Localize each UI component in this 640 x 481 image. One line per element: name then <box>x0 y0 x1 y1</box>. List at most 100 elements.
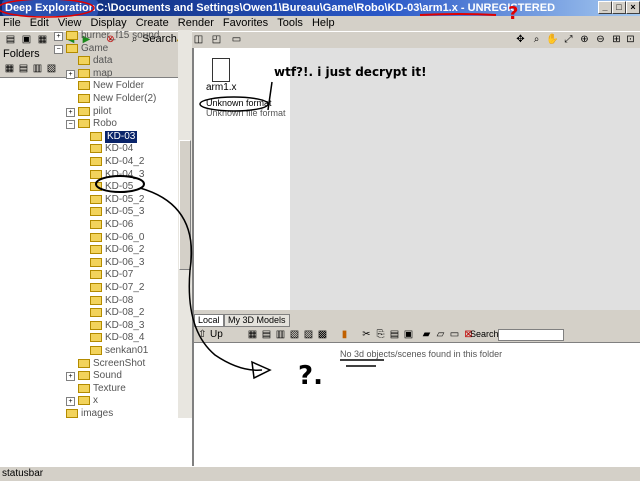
zoom-window-icon[interactable]: ⊞ <box>610 33 623 46</box>
zoom-in-icon[interactable]: ⊕ <box>578 33 591 46</box>
file-name[interactable]: arm1.x <box>206 82 237 93</box>
tree-expander[interactable]: − <box>66 120 75 130</box>
tree-expander[interactable]: + <box>66 372 75 382</box>
tree-expander[interactable]: − <box>54 44 63 54</box>
tree-item-label: KD-08 <box>105 294 134 306</box>
list-icon[interactable]: ▥ <box>274 328 287 341</box>
maximize-button[interactable]: □ <box>612 1 626 14</box>
tree-expander[interactable]: + <box>66 397 75 407</box>
tree-item[interactable]: + x <box>0 395 178 407</box>
tree-scrollbar-thumb[interactable] <box>179 140 191 270</box>
tree-item[interactable]: KD-08 <box>0 295 178 307</box>
new-folder-icon[interactable]: ▰ <box>420 328 433 341</box>
up-button-label[interactable]: Up <box>210 328 223 341</box>
menu-help[interactable]: Help <box>309 16 338 30</box>
tree-scrollbar[interactable] <box>178 30 192 418</box>
file-format-badge: Unknown format <box>206 98 272 108</box>
tree-item[interactable]: senkan01 <box>0 345 178 357</box>
tree-item[interactable]: + Sound <box>0 370 178 382</box>
favorites-icon[interactable]: ◰ <box>210 33 223 46</box>
tree-item-label: KD-06_2 <box>105 244 145 256</box>
pan-icon[interactable]: ✋ <box>546 33 559 46</box>
thumbnails-icon[interactable]: ▨ <box>302 328 315 341</box>
tree-item-label: KD-03 <box>105 130 138 143</box>
filter-icon[interactable]: ▮ <box>338 328 351 341</box>
tree-item[interactable]: KD-08_2 <box>0 307 178 319</box>
tree-item[interactable]: KD-08_3 <box>0 320 178 332</box>
paste-icon[interactable]: ▤ <box>388 328 401 341</box>
tree-item[interactable]: + burner_f15 sound <box>0 30 178 42</box>
zoom-icon[interactable]: ⌕ <box>530 33 543 46</box>
tree-item-label: KD-07_2 <box>105 282 145 293</box>
tree-expander[interactable]: + <box>54 32 63 41</box>
fit-icon[interactable]: ⤢ <box>562 33 575 46</box>
file-icon[interactable] <box>212 58 230 82</box>
menu-create[interactable]: Create <box>133 16 172 30</box>
large-icons-icon[interactable]: ▦ <box>246 328 259 341</box>
tree-item[interactable]: KD-05_2 <box>0 194 178 206</box>
tree-item[interactable]: KD-07 <box>0 269 178 281</box>
tree-item[interactable]: KD-06_0 <box>0 232 178 244</box>
tree-item[interactable]: KD-03 <box>0 130 178 143</box>
menu-file[interactable]: File <box>0 16 24 30</box>
search-label: Search: <box>470 329 502 339</box>
tree-item[interactable]: − Robo <box>0 118 178 130</box>
menu-display[interactable]: Display <box>88 16 130 30</box>
tree-expander[interactable]: + <box>66 107 75 117</box>
folder-icon <box>78 119 90 129</box>
history-icon[interactable]: ◫ <box>192 33 205 46</box>
tree-item[interactable]: KD-06_2 <box>0 244 178 256</box>
tab-local[interactable]: Local <box>194 314 224 327</box>
search-input[interactable] <box>498 329 564 341</box>
tree-item[interactable]: data <box>0 55 178 67</box>
minimize-button[interactable]: _ <box>598 1 612 14</box>
menu-favorites[interactable]: Favorites <box>220 16 271 30</box>
zoom-out-icon[interactable]: ⊖ <box>594 33 607 46</box>
up-icon[interactable]: ⇧ <box>196 328 209 341</box>
rotate-icon[interactable]: ✥ <box>514 33 527 46</box>
menu-tools[interactable]: Tools <box>274 16 306 30</box>
folder-icon <box>90 245 102 255</box>
tree-item[interactable]: New Folder(2) <box>0 93 178 105</box>
tree-item[interactable]: KD-04_3 <box>0 169 178 181</box>
tree-item-label: Texture <box>93 382 126 394</box>
rename-icon[interactable]: ▭ <box>448 328 461 341</box>
tree-item[interactable]: images <box>0 408 178 418</box>
tree-item[interactable]: KD-04_2 <box>0 156 178 168</box>
tree-item[interactable]: Texture <box>0 383 178 395</box>
tree-item[interactable]: KD-05_3 <box>0 206 178 218</box>
tab-my-3d-models[interactable]: My 3D Models <box>224 314 290 327</box>
views-icon[interactable]: ▭ <box>230 33 243 46</box>
properties-icon[interactable]: ▣ <box>402 328 415 341</box>
tree-item[interactable]: KD-04 <box>0 143 178 155</box>
cut-icon[interactable]: ✂ <box>360 328 373 341</box>
tree-item[interactable]: KD-06 <box>0 219 178 231</box>
tree-item[interactable]: − Game <box>0 43 178 55</box>
small-icons-icon[interactable]: ▤ <box>260 328 273 341</box>
folder-tree[interactable]: + burner_f15 sound − Game data + map New Folder… <box>0 30 178 418</box>
copy-icon[interactable]: ⎘ <box>374 328 387 341</box>
tree-item[interactable]: KD-08_4 <box>0 332 178 344</box>
tree-item[interactable]: New Folder <box>0 80 178 92</box>
menu-render[interactable]: Render <box>175 16 217 30</box>
tree-item[interactable]: + map <box>0 68 178 80</box>
filmstrip-icon[interactable]: ▩ <box>316 328 329 341</box>
tree-item[interactable]: ScreenShot <box>0 358 178 370</box>
tree-item[interactable]: + pilot <box>0 106 178 118</box>
tree-item[interactable]: KD-07_2 <box>0 282 178 294</box>
tree-item-label: KD-04 <box>105 143 134 155</box>
tree-item-label: KD-06_0 <box>105 231 145 243</box>
tree-item[interactable]: KD-06_3 <box>0 257 178 269</box>
tree-item[interactable]: KD-05 <box>0 181 178 193</box>
folder-icon <box>90 207 102 217</box>
tree-item-label: KD-08_4 <box>105 332 145 344</box>
close-button[interactable]: × <box>626 1 640 14</box>
zoom-extents-icon[interactable]: ⊡ <box>624 33 637 46</box>
details-icon[interactable]: ▧ <box>288 328 301 341</box>
preview-area <box>290 48 640 310</box>
menu-edit[interactable]: Edit <box>27 16 52 30</box>
menu-view[interactable]: View <box>55 16 85 30</box>
move-icon[interactable]: ▱ <box>434 328 447 341</box>
tree-expander[interactable]: + <box>66 69 75 79</box>
tree-item-label: pilot <box>93 105 112 117</box>
